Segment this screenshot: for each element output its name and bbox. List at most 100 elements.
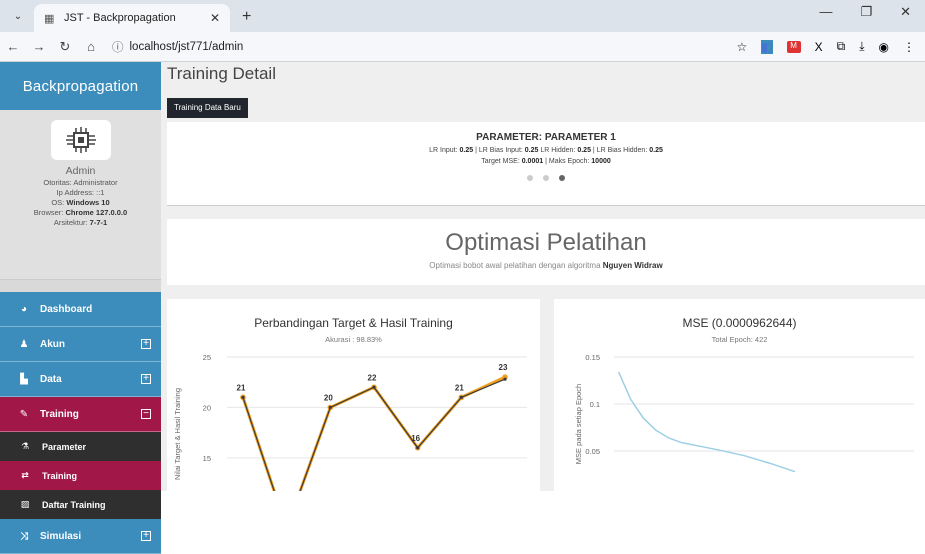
otoritas-label: Otoritas:	[43, 178, 71, 187]
new-training-button[interactable]: Training Data Baru	[167, 98, 248, 118]
data-icon: ▙	[16, 374, 32, 385]
browser-label: Browser:	[34, 208, 64, 217]
series-line	[243, 379, 505, 491]
sidebar-item-akun[interactable]: ♟Akun+	[0, 327, 161, 362]
carousel-dot[interactable]	[543, 175, 549, 181]
chart-card-mse: MSE (0.0000962644) Total Epoch: 422 0.05…	[554, 299, 925, 491]
sidebar-subitem-label: Daftar Training	[42, 500, 106, 510]
sidebar-item-training[interactable]: ✎Training−	[0, 397, 161, 432]
sidebar-subitem-daftar-training[interactable]: ▨Daftar Training	[0, 490, 161, 519]
extension-m-icon[interactable]: M	[787, 41, 801, 53]
optimasi-subtitle: Optimasi bobot awal pelatihan dengan alg…	[167, 261, 925, 270]
restore-icon[interactable]: ❐	[860, 4, 872, 20]
home-icon[interactable]: ⌂	[78, 39, 104, 54]
target-hasil-chart: 10152025Nilai Target & Hasil Training212…	[167, 299, 540, 491]
ip-label: Ip Address:	[57, 188, 95, 197]
parameter-panel: PARAMETER: PARAMETER 1 LR Input: 0.25 | …	[167, 122, 925, 206]
sidebar-item-label: Training	[40, 409, 141, 420]
tab-title: JST - Backpropagation	[64, 12, 210, 24]
profile-arsitektur: Arsitektur: 7-7-1	[0, 218, 161, 228]
browser-tab-bar: ⌄ ▦ JST - Backpropagation ✕ + — ❐ ✕	[0, 0, 925, 32]
expand-icon: +	[141, 374, 151, 384]
sidebar-item-data[interactable]: ▙Data+	[0, 362, 161, 397]
exchange-icon: ⇄	[18, 470, 32, 481]
lr-bias-hidden-label: LR Bias Hidden:	[597, 147, 648, 154]
extensions-puzzle-icon[interactable]: ⧉	[837, 39, 846, 54]
url-field[interactable]: ⓘ localhost/jst771/admin	[112, 39, 737, 55]
sidebar-subitem-label: Parameter	[42, 442, 86, 452]
profile-os: OS: Windows 10	[0, 198, 161, 208]
address-bar-row: ← → ↻ ⌂ ⓘ localhost/jst771/admin ☆ ◧ M X…	[0, 32, 925, 62]
minimize-icon[interactable]: —	[819, 4, 832, 20]
avatar-chip-icon	[51, 120, 111, 160]
browser-tab[interactable]: ▦ JST - Backpropagation ✕	[34, 4, 230, 32]
sidebar-subitem-parameter[interactable]: ⚗ Parameter	[0, 432, 161, 461]
mse-chart: 0.050.10.15MSE pada setiap Epoch	[554, 299, 925, 491]
profile-name: Admin	[0, 166, 161, 176]
site-info-icon[interactable]: ⓘ	[112, 39, 124, 55]
shuffle-icon: ⤨	[16, 531, 32, 542]
lr-input-value: 0.25	[460, 147, 474, 154]
forward-icon[interactable]: →	[26, 39, 52, 54]
os-value: Windows 10	[66, 198, 109, 207]
sidebar-item-label: Simulasi	[40, 531, 141, 542]
sidebar-subitem-training[interactable]: ⇄Training	[0, 461, 161, 490]
data-label: 21	[237, 383, 246, 392]
data-label: 21	[455, 383, 464, 392]
target-mse-value: 0.0001	[522, 158, 543, 165]
profile-avatar-icon[interactable]: ◉	[879, 40, 889, 54]
lr-input-label: LR Input:	[429, 147, 457, 154]
y-axis-label: Nilai Target & Hasil Training	[173, 388, 182, 480]
parameter-target-line: Target MSE: 0.0001 | Maks Epoch: 10000	[167, 158, 925, 165]
data-point	[329, 406, 332, 409]
y-tick-label: 15	[203, 454, 211, 463]
carousel-dot[interactable]	[527, 175, 533, 181]
extension-icon[interactable]: ◧	[761, 40, 772, 54]
data-label: 20	[324, 393, 333, 402]
close-tab-icon[interactable]: ✕	[210, 11, 220, 25]
tab-list-dropdown-icon[interactable]: ⌄	[6, 4, 30, 28]
flask-icon: ⚗	[18, 441, 32, 452]
bookmark-star-icon[interactable]: ☆	[737, 40, 748, 54]
data-label: 16	[411, 434, 420, 443]
sidebar-item-simulasi[interactable]: ⤨Simulasi+	[0, 519, 161, 554]
user-icon: ♟	[16, 339, 32, 350]
profile-otoritas: Otoritas: Administrator	[0, 178, 161, 188]
extensions-area: ☆ ◧ M X ⧉ ⤓ ◉ ⋮	[737, 39, 925, 54]
maks-epoch-value: 10000	[591, 158, 610, 165]
data-point	[460, 396, 463, 399]
sidebar-brand[interactable]: Backpropagation	[0, 62, 161, 110]
url-text: localhost/jst771/admin	[130, 41, 244, 53]
user-profile-panel: Admin Otoritas: Administrator Ip Address…	[0, 110, 161, 280]
sidebar-item-dashboard[interactable]: ◕Dashboard	[0, 292, 161, 327]
download-icon[interactable]: ⤓	[859, 39, 864, 54]
extension-x-icon[interactable]: X	[815, 40, 823, 54]
menu-icon[interactable]: ⋮	[903, 40, 915, 54]
lr-hidden-label: LR Hidden:	[540, 147, 575, 154]
carousel-dot-active[interactable]	[559, 175, 565, 181]
close-window-icon[interactable]: ✕	[900, 4, 911, 20]
dashboard-icon: ◕	[16, 304, 32, 315]
profile-browser: Browser: Chrome 127.0.0.0	[0, 208, 161, 218]
data-point	[416, 446, 419, 449]
arsitektur-value: 7-7-1	[90, 218, 108, 227]
back-icon[interactable]: ←	[0, 39, 26, 54]
lr-bias-input-value: 0.25	[525, 147, 539, 154]
data-label: 22	[368, 373, 377, 382]
y-tick-label: 0.15	[585, 353, 600, 362]
lr-bias-hidden-value: 0.25	[649, 147, 663, 154]
y-tick-label: 0.05	[585, 447, 600, 456]
maks-epoch-label: Maks Epoch:	[549, 158, 589, 165]
sidebar: Backpropagation Admin Otoritas: Administ…	[0, 62, 161, 491]
page-title: Training Detail	[167, 64, 276, 84]
reload-icon[interactable]: ↻	[52, 39, 78, 55]
y-tick-label: 0.1	[590, 400, 600, 409]
optimasi-title: Optimasi Pelatihan	[167, 229, 925, 257]
new-tab-icon[interactable]: +	[242, 8, 251, 26]
y-tick-label: 25	[203, 353, 211, 362]
optimasi-method: Nguyen Widraw	[603, 261, 663, 270]
app-root: Backpropagation Admin Otoritas: Administ…	[0, 62, 925, 491]
expand-icon: +	[141, 339, 151, 349]
data-point	[241, 396, 244, 399]
series-line	[243, 377, 505, 491]
